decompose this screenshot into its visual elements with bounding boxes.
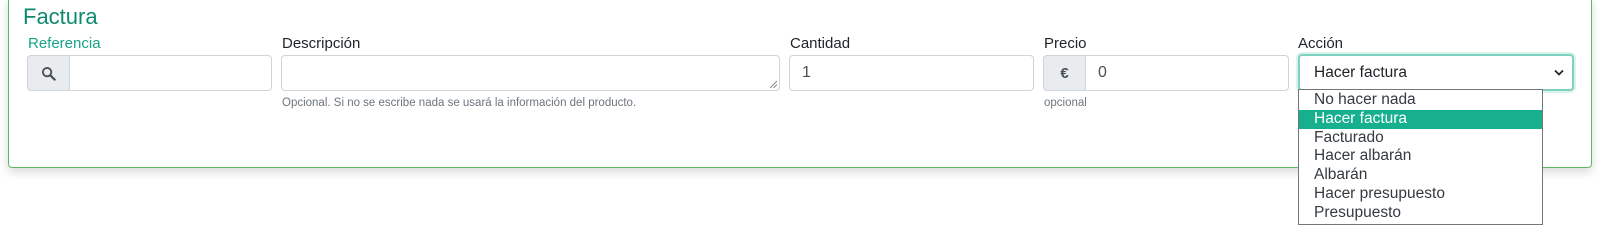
descripcion-help: Opcional. Si no se escribe nada se usará…	[282, 97, 637, 109]
accion-selected-value: Hacer factura	[1314, 63, 1408, 81]
accion-label: Acción	[1298, 35, 1344, 52]
search-icon	[41, 66, 56, 81]
precio-help: opcional	[1044, 97, 1087, 109]
accion-select[interactable]: Hacer factura	[1298, 54, 1574, 91]
accion-dropdown-list: No hacer nada Hacer factura Facturado Ha…	[1298, 89, 1543, 225]
referencia-label: Referencia	[28, 35, 101, 52]
euro-icon: €	[1060, 64, 1069, 82]
option-presupuesto[interactable]: Presupuesto	[1299, 204, 1542, 223]
cantidad-value: 1	[802, 64, 811, 81]
descripcion-textarea[interactable]	[281, 55, 780, 91]
option-no-hacer-nada[interactable]: No hacer nada	[1299, 91, 1542, 110]
option-hacer-factura[interactable]: Hacer factura	[1299, 109, 1542, 129]
descripcion-label: Descripción	[282, 35, 361, 52]
precio-value: 0	[1098, 64, 1107, 81]
precio-label: Precio	[1044, 35, 1087, 52]
option-facturado[interactable]: Facturado	[1299, 129, 1542, 148]
chevron-down-icon	[1554, 69, 1564, 76]
option-albaran[interactable]: Albarán	[1299, 166, 1542, 185]
search-addon[interactable]	[27, 55, 69, 91]
option-hacer-albaran[interactable]: Hacer albarán	[1299, 147, 1542, 166]
cantidad-input[interactable]: 1	[789, 55, 1034, 91]
panel-title: Factura	[23, 4, 98, 29]
resize-handle-icon[interactable]	[769, 80, 777, 88]
euro-addon: €	[1043, 55, 1085, 91]
option-hacer-presupuesto[interactable]: Hacer presupuesto	[1299, 185, 1542, 204]
cantidad-label: Cantidad	[790, 35, 851, 52]
referencia-input[interactable]	[69, 55, 272, 91]
precio-input[interactable]: 0	[1085, 55, 1289, 91]
